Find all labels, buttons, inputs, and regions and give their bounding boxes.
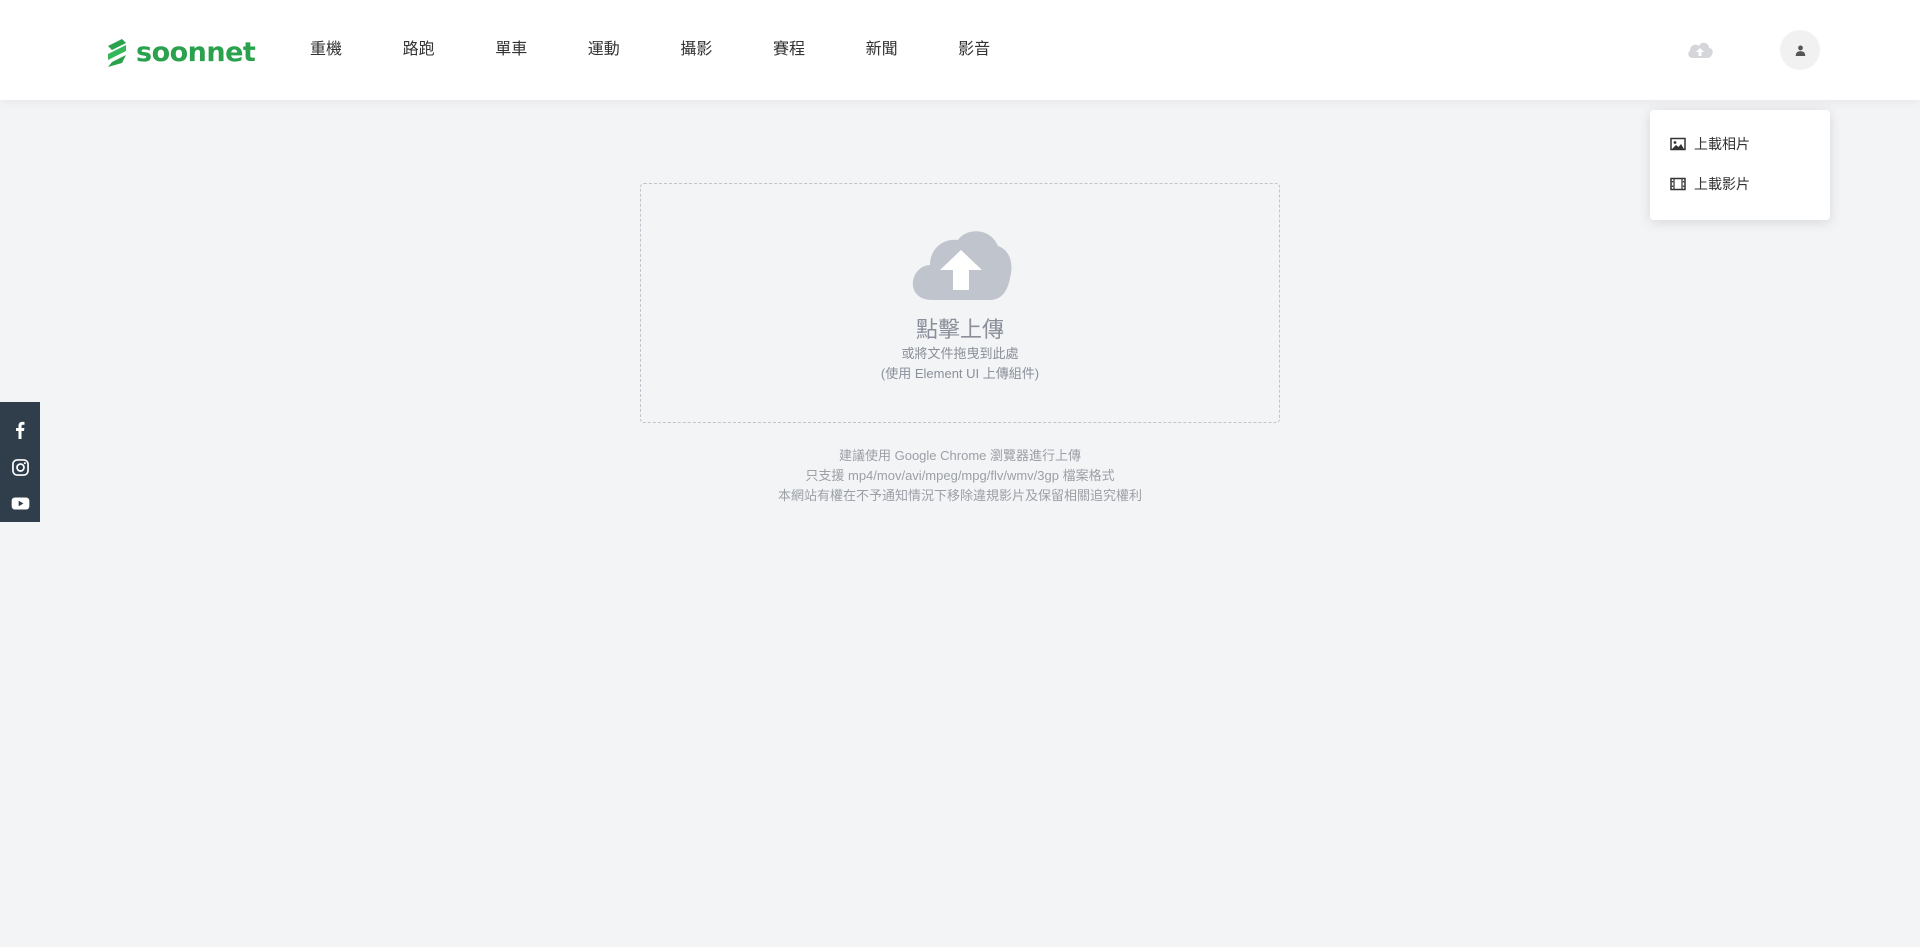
nav-item-sports[interactable]: 運動 — [588, 38, 681, 62]
nav-item-photography[interactable]: 攝影 — [680, 38, 773, 62]
youtube-link[interactable] — [0, 485, 40, 522]
main-nav: 重機 路跑 單車 運動 攝影 賽程 新聞 影音 — [310, 38, 1051, 62]
social-sidebar — [0, 402, 40, 522]
upload-drag-hint: 或將文件拖曳到此處 — [901, 346, 1019, 361]
upload-title: 點擊上傳 — [915, 317, 1004, 342]
image-icon — [1670, 137, 1686, 151]
upload-cloud-button[interactable] — [1686, 38, 1714, 62]
nav-item-cycling[interactable]: 單車 — [495, 38, 588, 62]
upload-dropdown-menu: 上載相片 上載影片 — [1650, 110, 1830, 220]
facebook-icon — [16, 422, 25, 440]
upload-notes: 建議使用 Google Chrome 瀏覽器進行上傳 只支援 mp4/mov/a… — [640, 446, 1280, 506]
upload-video-menu-item[interactable]: 上載影片 — [1650, 174, 1830, 194]
nav-item-video[interactable]: 影音 — [958, 38, 1051, 62]
upload-video-label: 上載影片 — [1694, 176, 1750, 192]
nav-item-news[interactable]: 新聞 — [866, 38, 959, 62]
site-logo[interactable]: soonnet — [104, 36, 256, 68]
user-avatar-button[interactable] — [1780, 30, 1820, 70]
upload-component-hint: (使用 Element UI 上傳組件) — [880, 366, 1040, 381]
site-header: soonnet 重機 路跑 單車 運動 攝影 賽程 新聞 影音 — [0, 0, 1920, 100]
nav-item-running[interactable]: 路跑 — [403, 38, 496, 62]
cloud-upload-large-icon — [912, 231, 1012, 300]
nav-item-heavy-motorcycle[interactable]: 重機 — [310, 38, 403, 62]
upload-photo-menu-item[interactable]: 上載相片 — [1650, 134, 1830, 154]
logo-mark-icon — [108, 39, 126, 67]
upload-photo-label: 上載相片 — [1694, 136, 1750, 152]
cloud-upload-icon — [1688, 42, 1713, 58]
upload-dropzone[interactable]: 點擊上傳 或將文件拖曳到此處 (使用 Element UI 上傳組件) — [640, 183, 1280, 423]
film-icon — [1670, 177, 1686, 191]
nav-item-schedule[interactable]: 賽程 — [773, 38, 866, 62]
format-note: 只支援 mp4/mov/avi/mpeg/mpg/flv/wmv/3gp 檔案格… — [805, 468, 1115, 483]
logo-text: soonnet — [136, 36, 256, 68]
instagram-icon — [11, 458, 29, 476]
instagram-link[interactable] — [0, 449, 40, 486]
rights-note: 本網站有權在不予通知情況下移除違規影片及保留相關追究權利 — [777, 488, 1142, 503]
youtube-icon — [11, 497, 29, 510]
user-icon — [1795, 45, 1805, 56]
facebook-link[interactable] — [0, 412, 40, 449]
browser-note: 建議使用 Google Chrome 瀏覽器進行上傳 — [839, 448, 1081, 463]
